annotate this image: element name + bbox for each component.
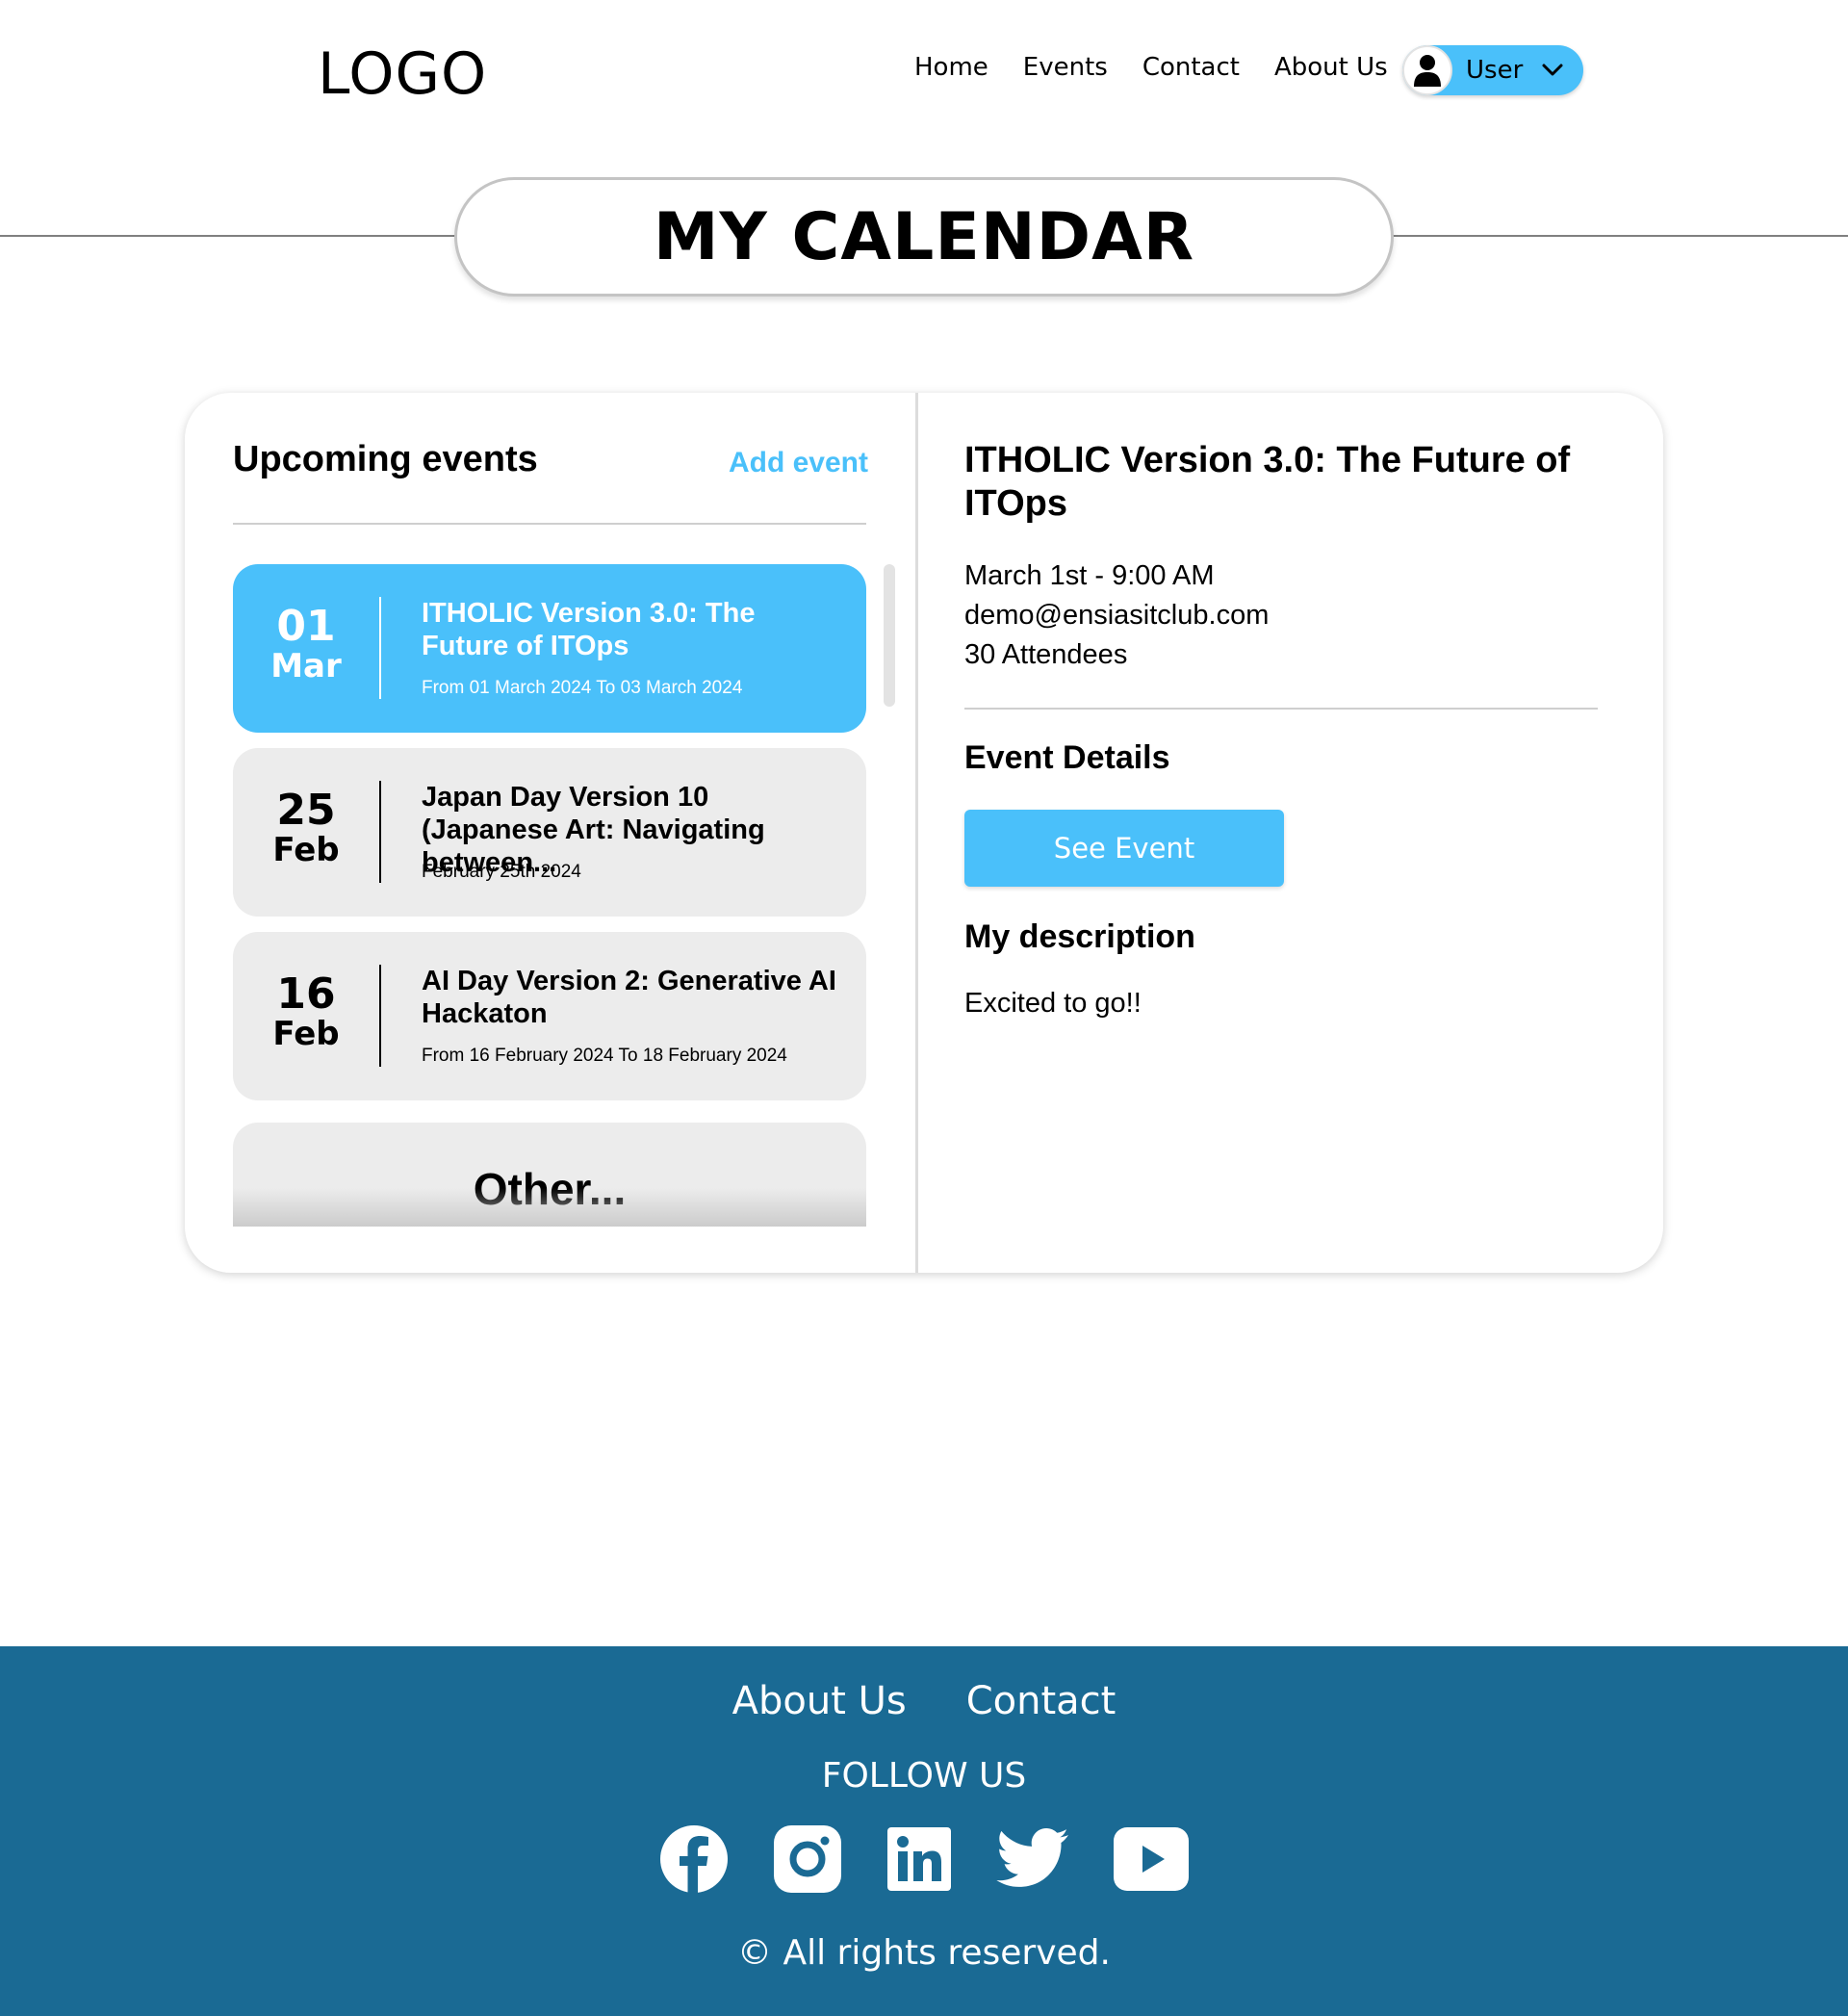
add-event-link[interactable]: Add event — [729, 447, 868, 479]
event-date-range: From 16 February 2024 To 18 February 202… — [422, 1046, 787, 1066]
event-attendees: 30 Attendees — [964, 639, 1128, 670]
upcoming-events-heading: Upcoming events — [233, 439, 538, 479]
list-fade — [233, 1188, 866, 1227]
facebook-icon[interactable] — [658, 1823, 730, 1895]
pane-divider — [915, 393, 918, 1273]
event-date-range: February 25th 2024 — [422, 862, 581, 882]
page-title: MY CALENDAR — [653, 198, 1195, 275]
calendar-card: Upcoming events Add event 01 Mar ITHOLIC… — [185, 393, 1663, 1273]
event-details-heading: Event Details — [964, 739, 1170, 776]
my-description-heading: My description — [964, 918, 1195, 955]
event-separator — [379, 781, 381, 883]
see-event-button[interactable]: See Event — [964, 810, 1284, 887]
event-email: demo@ensiasitclub.com — [964, 600, 1270, 631]
social-icons — [0, 1823, 1848, 1895]
my-description-text: Excited to go!! — [964, 988, 1142, 1019]
linkedin-icon[interactable] — [886, 1825, 953, 1893]
event-datetime: March 1st - 9:00 AM — [964, 560, 1215, 591]
logo[interactable]: LOGO — [318, 40, 487, 108]
chevron-down-icon — [1541, 61, 1564, 85]
twitter-icon[interactable] — [995, 1827, 1070, 1891]
divider — [964, 708, 1598, 710]
nav-events[interactable]: Events — [1023, 53, 1108, 82]
user-name: User — [1466, 56, 1524, 85]
copyright: © All rights reserved. — [737, 1933, 1111, 1973]
event-separator — [379, 597, 381, 699]
event-month: Mar — [270, 647, 342, 685]
event-detail-title: ITHOLIC Version 3.0: The Future of ITOps — [964, 440, 1571, 524]
event-date: 16 Feb — [233, 969, 379, 1054]
event-day: 25 — [276, 786, 336, 835]
event-separator — [379, 965, 381, 1067]
nav-about-us[interactable]: About Us — [1274, 53, 1388, 82]
event-date-range: From 01 March 2024 To 03 March 2024 — [422, 678, 743, 698]
event-day: 16 — [276, 969, 336, 1019]
follow-us-label: FOLLOW US — [821, 1756, 1027, 1796]
user-avatar-icon — [1402, 45, 1452, 95]
divider — [233, 523, 866, 525]
events-scrollbar[interactable] — [884, 564, 895, 707]
event-date: 01 Mar — [233, 602, 379, 686]
event-month: Feb — [272, 1015, 340, 1053]
event-date: 25 Feb — [233, 786, 379, 870]
footer-links: About Us Contact — [0, 1679, 1848, 1723]
event-detail-info: March 1st - 9:00 AM demo@ensiasitclub.co… — [964, 556, 1269, 675]
event-title: AI Day Version 2: Generative AI Hackaton — [422, 966, 836, 1029]
event-item-ai-day[interactable]: 16 Feb AI Day Version 2: Generative AI H… — [233, 932, 866, 1100]
nav-contact[interactable]: Contact — [1142, 53, 1240, 82]
main-nav: Home Events Contact About Us — [914, 53, 1423, 82]
event-title: ITHOLIC Version 3.0: The Future of ITOps — [422, 598, 756, 661]
user-menu-button[interactable]: User — [1402, 45, 1583, 95]
page-title-box: MY CALENDAR — [454, 177, 1394, 297]
youtube-icon[interactable] — [1113, 1826, 1190, 1892]
event-month: Feb — [272, 831, 340, 869]
instagram-icon[interactable] — [772, 1823, 843, 1895]
footer: About Us Contact FOLLOW US © All rights … — [0, 1646, 1848, 2016]
nav-home[interactable]: Home — [914, 53, 988, 82]
footer-contact-link[interactable]: Contact — [966, 1679, 1116, 1723]
event-item-itholic[interactable]: 01 Mar ITHOLIC Version 3.0: The Future o… — [233, 564, 866, 733]
footer-about-us-link[interactable]: About Us — [732, 1679, 907, 1723]
event-day: 01 — [276, 602, 336, 651]
event-item-japan-day[interactable]: 25 Feb Japan Day Version 10 (Japanese Ar… — [233, 748, 866, 917]
events-list: 01 Mar ITHOLIC Version 3.0: The Future o… — [233, 564, 866, 1227]
